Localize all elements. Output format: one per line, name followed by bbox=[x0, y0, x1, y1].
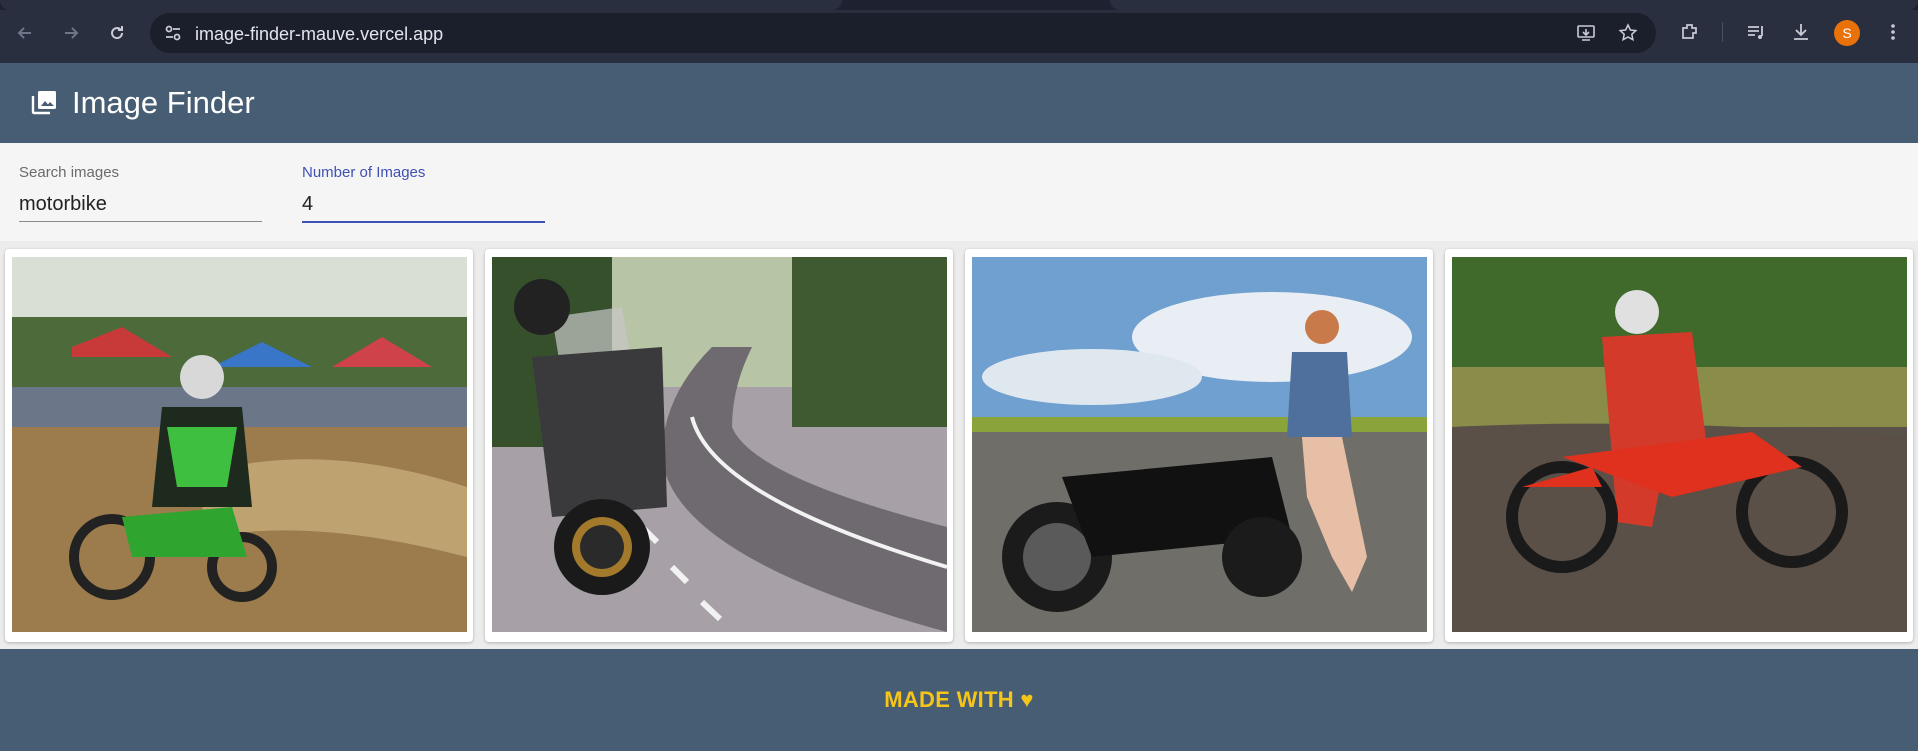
gallery-image[interactable] bbox=[1452, 257, 1907, 632]
search-form: Search images Number of Images bbox=[0, 143, 1918, 241]
number-of-images-field[interactable]: Number of Images bbox=[302, 143, 545, 241]
image-card[interactable] bbox=[5, 249, 473, 642]
heart-icon: ♥ bbox=[1020, 687, 1034, 712]
photo-library-icon bbox=[31, 91, 56, 115]
number-of-images-label: Number of Images bbox=[302, 164, 426, 181]
address-bar[interactable]: image-finder-mauve.vercel.app bbox=[150, 13, 1656, 53]
gallery-image[interactable] bbox=[972, 257, 1427, 632]
search-images-label: Search images bbox=[19, 164, 120, 181]
site-info-icon[interactable] bbox=[162, 22, 184, 44]
downloads-icon[interactable] bbox=[1790, 21, 1812, 43]
tab[interactable] bbox=[0, 0, 842, 10]
road-motorcycle-photo bbox=[492, 257, 947, 632]
search-input[interactable] bbox=[19, 187, 262, 221]
reload-icon bbox=[111, 26, 124, 40]
media-control-icon[interactable] bbox=[1745, 21, 1767, 43]
install-app-icon[interactable] bbox=[1576, 23, 1596, 43]
search-images-field[interactable]: Search images bbox=[19, 143, 262, 241]
image-card[interactable] bbox=[485, 249, 953, 642]
menu-kebab-icon[interactable] bbox=[1882, 21, 1904, 43]
bookmark-star-icon[interactable] bbox=[1618, 23, 1638, 43]
number-of-images-underline bbox=[302, 221, 545, 223]
search-underline bbox=[19, 221, 262, 222]
made-with-text: MADE WITH ♥ bbox=[0, 687, 1918, 713]
browser-toolbar: image-finder-mauve.vercel.app S bbox=[0, 0, 1918, 63]
made-with-label: MADE WITH bbox=[884, 687, 1014, 712]
tab[interactable] bbox=[1110, 0, 1918, 10]
tab-strip bbox=[0, 0, 1918, 10]
footer: MADE WITH ♥ bbox=[0, 649, 1918, 751]
image-card[interactable] bbox=[965, 249, 1433, 642]
gallery-image[interactable] bbox=[492, 257, 947, 632]
image-card[interactable] bbox=[1445, 249, 1913, 642]
back-button[interactable] bbox=[10, 18, 40, 48]
gallery-image[interactable] bbox=[12, 257, 467, 632]
profile-avatar[interactable]: S bbox=[1834, 20, 1860, 46]
motocross-photo bbox=[12, 257, 467, 632]
extensions-icon[interactable] bbox=[1679, 21, 1701, 43]
forward-button[interactable] bbox=[56, 18, 86, 48]
reload-button[interactable] bbox=[102, 18, 132, 48]
toolbar-divider bbox=[1722, 22, 1723, 42]
red-dirtbike-photo bbox=[1452, 257, 1907, 632]
url-text[interactable]: image-finder-mauve.vercel.app bbox=[195, 24, 443, 45]
page-title: Image Finder bbox=[72, 85, 255, 120]
number-of-images-input[interactable] bbox=[302, 187, 545, 221]
back-icon bbox=[17, 27, 31, 39]
forward-icon bbox=[65, 27, 79, 39]
image-gallery bbox=[0, 241, 1918, 649]
cruiser-motorcycle-photo bbox=[972, 257, 1427, 632]
app-header: Image Finder bbox=[0, 63, 1918, 143]
